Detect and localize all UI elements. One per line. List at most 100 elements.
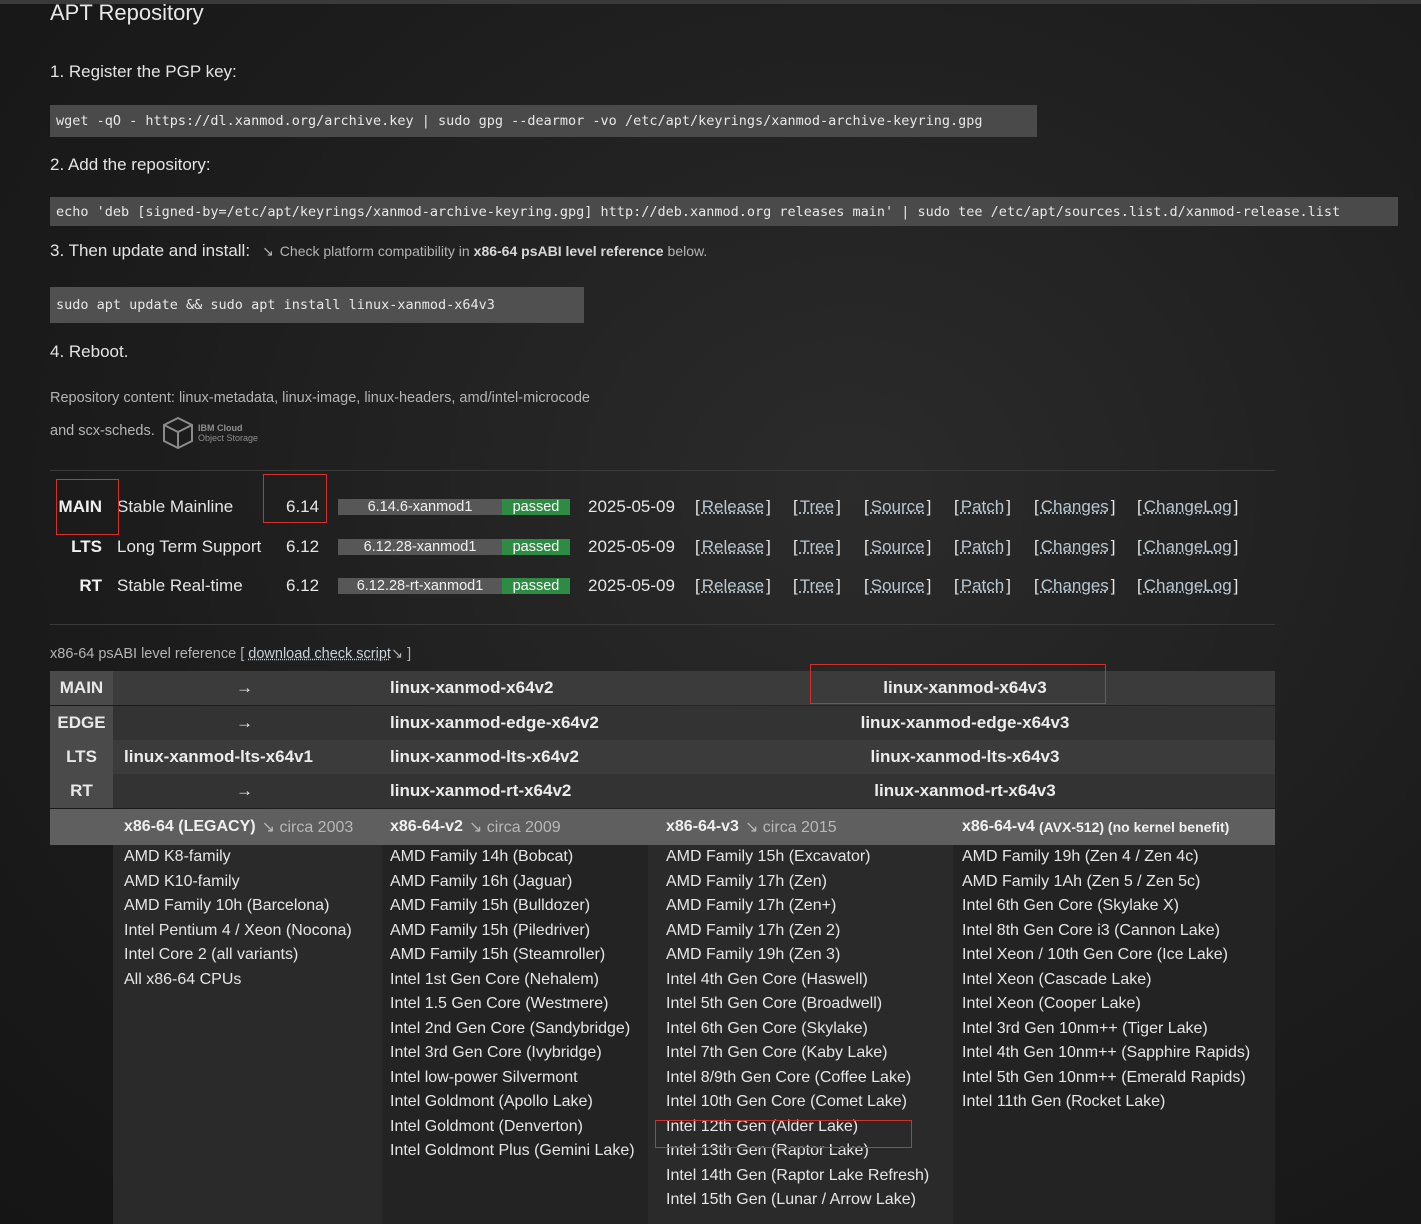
release-link-wrap: [Tree] — [793, 497, 841, 517]
cpu-item: Intel 15th Gen (Lunar / Arrow Lake) — [666, 1191, 916, 1208]
cpu-item: Intel 11th Gen (Rocket Lake) — [962, 1093, 1166, 1110]
release-link-source[interactable]: Source — [869, 537, 927, 557]
release-version: 6.12 — [286, 537, 320, 556]
release-link-release[interactable]: Release — [700, 537, 766, 557]
arrow-right-icon: → — [236, 781, 253, 800]
ibm-logo-line1: IBM Cloud — [198, 423, 243, 433]
release-link-patch[interactable]: Patch — [959, 576, 1006, 596]
package-v3[interactable]: linux-xanmod-lts-x64v3 — [810, 740, 1120, 774]
cpu-item: AMD Family 1Ah (Zen 5 / Zen 5c) — [962, 872, 1201, 890]
psabi-caption-text: x86-64 psABI level reference [ — [50, 646, 245, 662]
psabi-row-tag: RT — [50, 774, 113, 808]
build-version: 6.12.28-rt-xanmod1 — [338, 578, 502, 594]
download-check-script-link[interactable]: download check script — [248, 646, 391, 662]
repo-content-text-2: and scx-scheds. — [50, 423, 155, 439]
add-repo-command[interactable]: echo 'deb [signed-by=/etc/apt/keyrings/x… — [50, 197, 1398, 226]
cpu-item: Intel low-power Silvermont — [390, 1068, 578, 1086]
psabi-row-tag: LTS — [50, 740, 113, 774]
cpu-item: Intel 8/9th Gen Core (Coffee Lake) — [666, 1068, 912, 1086]
cpu-item: AMD Family 17h (Zen) — [666, 872, 827, 890]
highlight-main-version — [263, 474, 327, 523]
release-link-wrap: [Patch] — [954, 537, 1011, 557]
release-link-changelog[interactable]: ChangeLog — [1142, 537, 1234, 557]
release-link-changelog[interactable]: ChangeLog — [1142, 576, 1234, 596]
cpu-item: Intel Core 2 (all variants) — [124, 946, 299, 963]
psabi-reference-link[interactable]: x86-64 psABI level reference — [474, 243, 664, 259]
cpu-list-v3: AMD Family 15h (Excavator) AMD Family 17h… — [666, 845, 929, 1213]
release-link-wrap: [ChangeLog] — [1137, 497, 1239, 517]
release-link-release[interactable]: Release — [700, 497, 766, 517]
cpu-item: Intel 8th Gen Core i3 (Cannon Lake) — [962, 921, 1220, 939]
cpu-item: Intel 1st Gen Core (Nehalem) — [390, 970, 599, 988]
release-link-tree[interactable]: Tree — [798, 576, 836, 596]
cpu-item: Intel Xeon (Cascade Lake) — [962, 970, 1152, 988]
release-link-source[interactable]: Source — [869, 497, 927, 517]
release-link-changes[interactable]: Changes — [1039, 497, 1111, 517]
arrow-down-right-icon: ↘ — [390, 646, 404, 662]
package-v3[interactable]: linux-xanmod-edge-x64v3 — [810, 706, 1120, 740]
package-v2[interactable]: linux-xanmod-edge-x64v2 — [390, 706, 599, 740]
cpu-item: Intel 5th Gen 10nm++ (Emerald Rapids) — [962, 1068, 1246, 1086]
step-1-label: 1. Register the PGP key: — [50, 62, 237, 81]
release-link-source[interactable]: Source — [869, 576, 927, 596]
cpu-item: AMD Family 15h (Piledriver) — [390, 921, 591, 939]
level-circa: ↘ circa 2003 — [261, 819, 354, 836]
release-link-changes[interactable]: Changes — [1039, 576, 1111, 596]
release-link-wrap: [Release] — [695, 497, 771, 517]
release-date: 2025-05-09 — [588, 576, 675, 595]
release-row: LTS Long Term Support 6.12 6.12.28-xanmod1 p… — [50, 528, 1275, 566]
build-status: passed — [502, 539, 570, 555]
cpu-item: Intel Xeon (Cooper Lake) — [962, 995, 1141, 1012]
build-status: passed — [502, 578, 570, 594]
level-extra: (AVX-512) (no kernel benefit) — [1038, 819, 1230, 835]
step-3-row: 3. Then update and install: ↘ Check plat… — [50, 241, 707, 261]
cpu-item: Intel 7th Gen Core (Kaby Lake) — [666, 1044, 888, 1061]
cube-icon — [163, 416, 193, 450]
cpu-item: AMD Family 15h (Bulldozer) — [390, 897, 591, 914]
cpu-item: Intel 5th Gen Core (Broadwell) — [666, 995, 883, 1012]
release-name: Stable Mainline — [117, 497, 234, 516]
highlight-x64v3-package — [810, 664, 1106, 704]
release-link-tree[interactable]: Tree — [798, 497, 836, 517]
release-tag: RT — [79, 576, 102, 595]
cpu-item: Intel 1.5 Gen Core (Westmere) — [390, 995, 609, 1012]
build-version: 6.14.6-xanmod1 — [338, 499, 502, 515]
release-link-wrap: [Tree] — [793, 576, 841, 596]
level-circa: ↘ circa 2015 — [744, 819, 837, 836]
cpu-item: Intel 3rd Gen Core (Ivybridge) — [390, 1044, 602, 1061]
release-link-wrap: [Patch] — [954, 576, 1011, 596]
package-v1[interactable]: linux-xanmod-lts-x64v1 — [124, 740, 313, 774]
ibm-cloud-logo[interactable]: IBM Cloud Object Storage — [162, 416, 258, 450]
psabi-row: LTS linux-xanmod-lts-x64v1 linux-xanmod-lt… — [50, 740, 1275, 774]
package-v2[interactable]: linux-xanmod-x64v2 — [390, 671, 553, 705]
release-link-wrap: [Source] — [864, 497, 932, 517]
level-name: x86-64 (LEGACY) — [124, 818, 256, 835]
release-link-release[interactable]: Release — [700, 576, 766, 596]
cpu-item: Intel 2nd Gen Core (Sandybridge) — [390, 1019, 631, 1037]
package-v2[interactable]: linux-xanmod-lts-x64v2 — [390, 740, 579, 774]
repo-content-text: Repository content: linux-metadata, linu… — [50, 390, 590, 406]
release-link-changes[interactable]: Changes — [1039, 537, 1111, 557]
psabi-row: EDGE → linux-xanmod-edge-x64v2 linux-xanmod… — [50, 706, 1275, 740]
release-link-wrap: [Source] — [864, 576, 932, 596]
install-command[interactable]: sudo apt update && sudo apt install linu… — [50, 287, 584, 323]
release-link-tree[interactable]: Tree — [798, 537, 836, 557]
package-v3[interactable]: linux-xanmod-rt-x64v3 — [810, 774, 1120, 808]
release-row: MAIN Stable Mainline 6.14 6.14.6-xanmod1 pas… — [50, 488, 1275, 526]
divider-bottom — [50, 624, 1275, 625]
release-link-patch[interactable]: Patch — [959, 537, 1006, 557]
pgp-key-command[interactable]: wget -qO - https://dl.xanmod.org/archive… — [50, 105, 1037, 137]
step-3-note: Check platform compatibility in — [279, 243, 470, 259]
level-header-1: x86-64 (LEGACY) ↘ circa 2003 — [124, 809, 353, 845]
release-row: RT Stable Real-time 6.12 6.12.28-rt-xanmod1… — [50, 567, 1275, 605]
highlight-main-tag — [56, 479, 119, 535]
release-link-wrap: [Changes] — [1034, 576, 1116, 596]
package-v2[interactable]: linux-xanmod-rt-x64v2 — [390, 774, 571, 808]
release-link-wrap: [Source] — [864, 537, 932, 557]
release-build-badge: 6.12.28-xanmod1 passed — [338, 535, 570, 559]
cpu-item: AMD Family 17h (Zen+) — [666, 897, 837, 914]
cpu-item: AMD Family 15h (Excavator) — [666, 848, 871, 865]
release-link-patch[interactable]: Patch — [959, 497, 1006, 517]
release-link-changelog[interactable]: ChangeLog — [1142, 497, 1234, 517]
cpu-list-v1: AMD K8-family AMD K10-family AMD Family 10… — [124, 845, 352, 992]
